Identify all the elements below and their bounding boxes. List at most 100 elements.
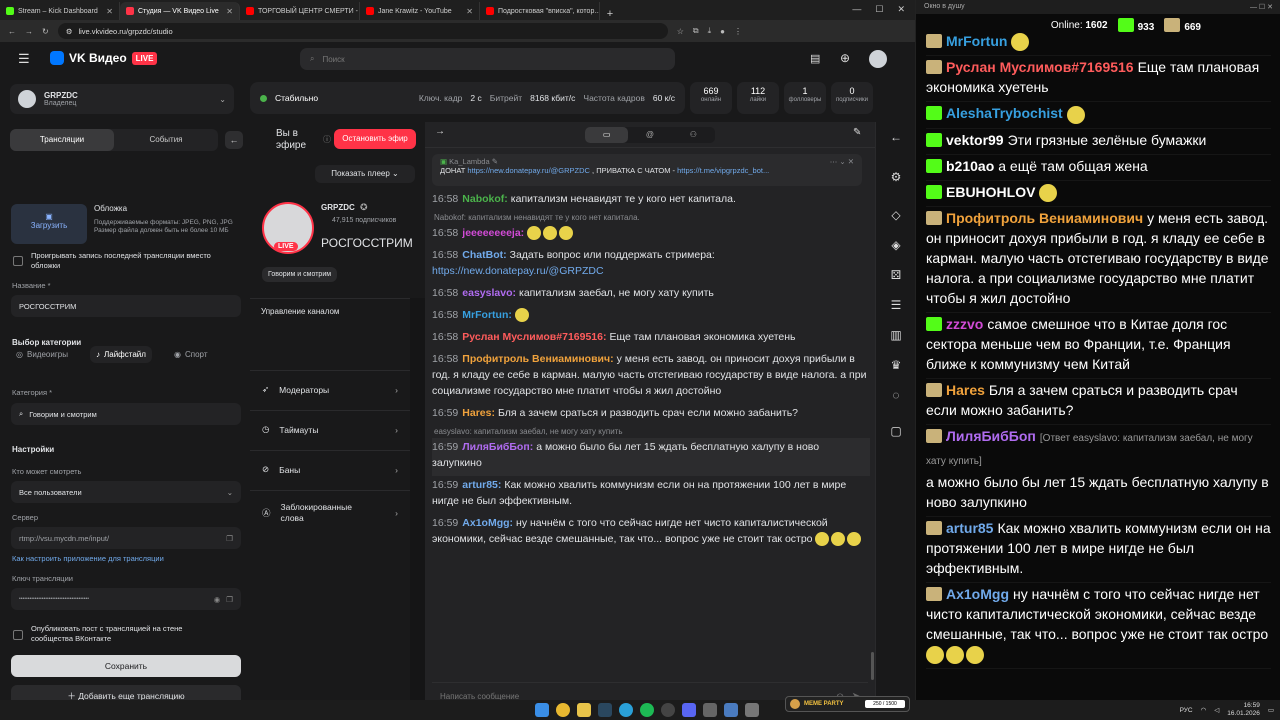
message-author[interactable]: artur85 — [946, 520, 993, 536]
kick-chat-message[interactable]: Hares Бля а зачем сраться и разводить сра… — [926, 379, 1271, 425]
discord-icon[interactable] — [682, 703, 696, 717]
chat-bubble-icon[interactable]: ◌ — [887, 386, 905, 404]
chevron-down-icon[interactable]: ⌄ — [839, 157, 845, 166]
category-games-option[interactable]: ◎ Видеоигры — [16, 350, 68, 359]
forward-icon[interactable]: → — [25, 27, 33, 36]
stream-key-field[interactable]: ••••••••••••••••••••••••••••••••••••••••… — [11, 588, 241, 610]
extensions-icon[interactable]: ⧉ — [693, 26, 699, 36]
obs-icon[interactable] — [661, 703, 675, 717]
dice-icon[interactable]: ⚄ — [887, 266, 905, 284]
clock[interactable]: 16:59 16.01.2026 — [1227, 702, 1260, 718]
browser-tab[interactable]: Stream – Kick Dashboard ✕ — [0, 2, 120, 20]
chat-message[interactable]: 16:59 ЛиляБибБоп: а можно было бы лет 15 ж… — [432, 438, 870, 476]
list-icon[interactable]: ☰ — [887, 296, 905, 314]
show-player-button[interactable]: Показать плеер ⌄ — [315, 165, 415, 183]
search-input[interactable]: ⌕ Поиск — [300, 48, 675, 70]
chat-message[interactable]: 16:58 Руслан Муслимов#7169516: Еще там пла… — [432, 328, 870, 350]
message-author[interactable]: Ax1oMgg — [946, 586, 1009, 602]
app-icon[interactable] — [745, 703, 759, 717]
kick-chat-message[interactable]: ЛиляБибБоп [Ответ easyslavo: капитализм з… — [926, 425, 1271, 517]
more-icon[interactable]: ⋯ — [830, 157, 838, 166]
message-link[interactable]: https://new.donatepay.ru/@GRPZDC — [432, 265, 604, 277]
message-author[interactable]: vektor99 — [946, 132, 1004, 148]
chat-message[interactable]: 16:59 Hares: Бля а зачем сраться и разводи… — [432, 404, 870, 426]
menu-icon[interactable]: ⋮ — [734, 27, 742, 36]
kick-chat-message[interactable]: b210ao а ещё там общая жена — [926, 155, 1271, 181]
record-checkbox[interactable] — [13, 256, 23, 266]
kick-chat-message[interactable]: artur85 Как можно хвалить коммунизм если … — [926, 517, 1271, 583]
tab-streams[interactable]: Трансляции — [10, 129, 114, 151]
message-author[interactable]: Руслан Муслимов#7169516 — [946, 59, 1134, 75]
chat-message[interactable]: 16:58 easyslavo: капитализм заебал, не мог… — [432, 284, 870, 306]
menu-timeouts[interactable]: ◷ Таймауты › — [250, 410, 410, 448]
language-indicator[interactable]: РУС — [1180, 707, 1193, 714]
chat-message[interactable]: 16:58 jeeeeeeeeja: — [432, 224, 870, 246]
gear-icon[interactable]: ⚙ — [887, 168, 905, 186]
notifications-icon[interactable]: ▤ — [810, 52, 820, 65]
stream-name-input[interactable]: РОСГОССТРИМ — [11, 295, 241, 317]
chat-message[interactable]: 16:58 Профитроль Вениаминович: у меня есть… — [432, 350, 870, 404]
category-chip[interactable]: Говорим и смотрим — [262, 267, 338, 282]
reload-icon[interactable]: ↻ — [42, 27, 49, 36]
message-author[interactable]: Руслан Муслимов#7169516: — [462, 331, 606, 343]
trophy-icon[interactable]: ♛ — [887, 356, 905, 374]
category-lifestyle-option[interactable]: ♪ Лайфстайл — [90, 346, 152, 363]
close-tab-icon[interactable]: ✕ — [106, 7, 113, 16]
menu-blocked-words[interactable]: Ⓐ Заблокированные слова › — [250, 490, 410, 534]
video-icon[interactable]: ▢ — [887, 422, 905, 440]
add-icon[interactable]: ⊕ — [840, 51, 850, 65]
chat-message[interactable]: 16:59 artur85: Как можно хвалить коммунизм… — [432, 476, 870, 514]
message-author[interactable]: zzzvo — [946, 316, 983, 332]
kick-chat-message[interactable]: MrFortun — [926, 30, 1271, 57]
close-tab-icon[interactable]: ✕ — [226, 7, 233, 16]
url-field[interactable]: ⚙ live.vkvideo.ru/grpzdc/studio — [57, 23, 668, 39]
profile-icon[interactable]: ● — [720, 27, 725, 36]
message-author[interactable]: Nabokof: — [462, 193, 508, 205]
steam-icon[interactable] — [598, 703, 612, 717]
message-author[interactable]: easyslavo: — [462, 287, 516, 299]
wifi-icon[interactable]: ◠ — [1201, 706, 1207, 714]
message-author[interactable]: MrFortun — [946, 33, 1007, 49]
pinned-link-telegram[interactable]: https://t.me/vipgrpzdc_bot... — [677, 166, 769, 175]
message-author[interactable]: Ax1oMgg: — [462, 517, 513, 529]
browser-tab[interactable]: Студия — VK Видео Live ✕ — [120, 2, 240, 20]
chat-mentions-tab[interactable]: @ — [628, 127, 671, 143]
message-author[interactable]: jeeeeeeeeja: — [462, 227, 524, 239]
close-icon[interactable]: ✕ — [848, 157, 854, 166]
message-author[interactable]: Профитроль Вениаминович — [946, 210, 1143, 226]
copy-icon[interactable]: ❐ — [226, 534, 233, 543]
message-author[interactable]: Профитроль Вениаминович: — [462, 353, 613, 365]
pin-icon[interactable]: ✎ — [853, 127, 861, 138]
message-author[interactable]: ЛиляБибБоп — [946, 428, 1036, 444]
category-input[interactable]: ⌕ Говорим и смотрим — [11, 403, 241, 425]
message-author[interactable]: ChatBot: — [462, 249, 506, 261]
message-author[interactable]: AleshaTrybochist — [946, 105, 1063, 121]
close-icon[interactable]: ✕ — [1267, 4, 1273, 11]
browser-tab[interactable]: Подростковая "вписка", котор...✕ — [480, 2, 600, 20]
minimize-icon[interactable]: — — [852, 4, 861, 15]
maximize-icon[interactable]: ☐ — [875, 4, 883, 15]
menu-moderators[interactable]: ➶ Модераторы › — [250, 370, 410, 408]
minimize-icon[interactable]: — — [1250, 4, 1257, 11]
chat-message[interactable]: 16:58 Nabokof: капитализм ненавидят те у к… — [432, 190, 870, 212]
who-can-watch-select[interactable]: Все пользователи ⌄ — [11, 481, 241, 503]
user-avatar[interactable] — [869, 50, 887, 68]
kick-chat-message[interactable]: vektor99 Эти грязные зелёные бумажки — [926, 129, 1271, 155]
vk-logo[interactable]: VK Видео LIVE — [50, 51, 158, 65]
close-tab-icon[interactable]: ✕ — [466, 7, 473, 16]
chat-messages-tab[interactable]: ▭ — [585, 127, 629, 143]
kick-chat-message[interactable]: Руслан Муслимов#7169516 Еще там плановая … — [926, 56, 1271, 103]
message-author[interactable]: artur85: — [462, 479, 501, 491]
telegram-icon[interactable] — [619, 703, 633, 717]
hamburger-icon[interactable]: ☰ — [18, 51, 30, 67]
app-icon[interactable] — [703, 703, 717, 717]
cover-upload-button[interactable]: ▣ Загрузить — [11, 204, 87, 244]
message-author[interactable]: ЛиляБибБоп: — [462, 441, 533, 453]
scrollbar[interactable] — [871, 652, 874, 680]
close-icon[interactable]: ✕ — [897, 4, 905, 15]
info-icon[interactable]: ⓘ — [323, 134, 331, 145]
bar-chart-icon[interactable]: ▥ — [887, 326, 905, 344]
site-info-icon[interactable]: ⚙ — [66, 27, 73, 36]
notifications-icon[interactable]: ▭ — [1268, 706, 1274, 714]
pinned-link-donate[interactable]: https://new.donatepay.ru/@GRPZDC — [467, 166, 590, 175]
